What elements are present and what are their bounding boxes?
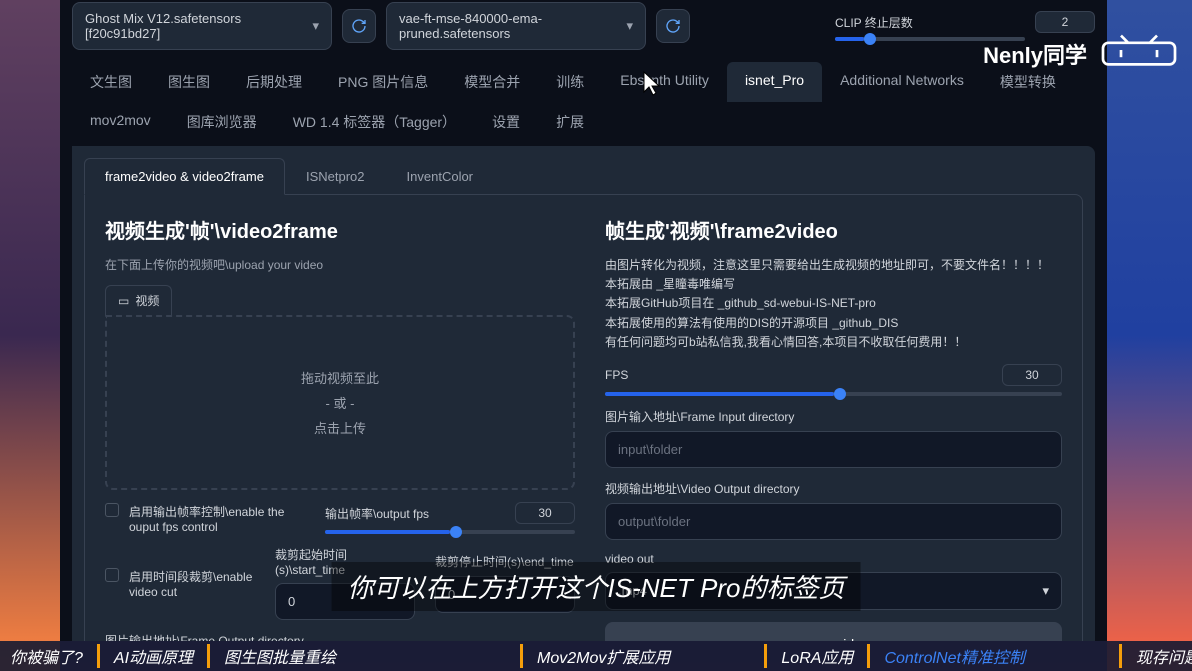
chapter-item[interactable]: 图生图批量重绘 [207,644,350,668]
tab-img2img[interactable]: 图生图 [150,62,228,102]
chapter-item[interactable]: Mov2Mov扩展应用 [520,644,684,668]
bilibili-logo [1094,30,1184,75]
chapter-item[interactable]: 你被骗了? [0,644,97,668]
vae-select[interactable]: vae-ft-mse-840000-ema-pruned.safetensors… [386,2,646,50]
output-fps-value[interactable]: 30 [515,502,575,524]
output-dir-input[interactable]: output\folder [605,503,1062,540]
tab-train[interactable]: 训练 [538,62,602,102]
v2f-title: 视频生成'帧'\video2frame [105,215,575,244]
chapter-item[interactable]: LoRA应用 [764,644,867,668]
tab-tagger[interactable]: WD 1.4 标签器（Tagger） [275,102,474,142]
v2f-subtitle: 在下面上传你的视频吧\upload your video [105,256,575,273]
slider-knob[interactable] [450,526,462,538]
tab-mov2mov[interactable]: mov2mov [72,102,169,142]
clip-skip-value[interactable]: 2 [1035,11,1095,33]
subtab-frame2video[interactable]: frame2video & video2frame [84,158,285,195]
fps-value[interactable]: 30 [1002,364,1062,386]
video-icon: ▭ [118,294,129,308]
slider-knob[interactable] [834,388,846,400]
slider-knob[interactable] [864,33,876,45]
video-subtitle: 你可以在上方打开这个IS-NET Pro的标签页 [332,562,861,611]
tab-addnet[interactable]: Additional Networks [822,62,982,102]
subtab-inventcolor[interactable]: InventColor [386,158,494,195]
checkpoint-select[interactable]: Ghost Mix V12.safetensors [f20c91bd27] ▾ [72,2,332,50]
channel-watermark: Nenly同学 [983,38,1087,70]
vae-value: vae-ft-mse-840000-ema-pruned.safetensors [399,11,626,41]
chevron-down-icon: ▾ [1042,583,1049,599]
tab-pnginfo[interactable]: PNG 图片信息 [320,62,446,102]
fps-control-checkbox[interactable] [105,503,119,517]
fps-slider[interactable] [605,392,1062,396]
refresh-vae-button[interactable] [656,9,690,43]
chapter-bar: 你被骗了? AI动画原理 图生图批量重绘 Mov2Mov扩展应用 LoRA应用 … [0,641,1192,671]
tab-settings[interactable]: 设置 [474,102,538,142]
tab-ebsynth[interactable]: Ebsynth Utility [602,62,727,102]
frame-output-label: 图片输出地址\Frame Output directory [105,632,575,641]
tab-extensions[interactable]: 扩展 [538,102,602,142]
f2v-title: 帧生成'视频'\frame2video [605,215,1062,244]
input-dir-input[interactable]: input\folder [605,431,1062,468]
fps-label: FPS [605,368,992,382]
subtab-isnetpro2[interactable]: ISNetpro2 [285,158,386,195]
chapter-item[interactable]: AI动画原理 [97,644,207,668]
output-fps-label: 输出帧率\output fps [325,505,505,522]
mouse-cursor-icon [640,70,664,103]
chapter-item[interactable]: 现存问题分析—— [1119,644,1192,668]
output-fps-slider[interactable] [325,530,575,534]
gene-video-button[interactable]: gene_video [605,622,1062,641]
output-dir-label: 视频输出地址\Video Output directory [605,480,1062,497]
videocut-checkbox[interactable] [105,568,119,582]
chapter-item[interactable]: ControlNet精准控制 [867,644,1038,668]
tab-merge[interactable]: 模型合并 [446,62,538,102]
tab-txt2img[interactable]: 文生图 [72,62,150,102]
checkpoint-value: Ghost Mix V12.safetensors [f20c91bd27] [85,11,312,41]
chevron-down-icon: ▾ [312,18,319,34]
main-tabs: 文生图 图生图 后期处理 PNG 图片信息 模型合并 训练 Ebsynth Ut… [60,58,1107,146]
video-upload-tab[interactable]: ▭ 视频 [105,285,172,315]
app-window: Ghost Mix V12.safetensors [f20c91bd27] ▾… [60,0,1107,641]
clip-skip-label: CLIP 终止层数 [835,14,1027,31]
video-dropzone[interactable]: 拖动视频至此 - 或 - 点击上传 [105,315,575,490]
tab-isnetpro[interactable]: isnet_Pro [727,62,822,102]
fps-control-label: 启用输出帧率控制\enable the ouput fps control [129,503,305,534]
tab-extras[interactable]: 后期处理 [228,62,320,102]
input-dir-label: 图片输入地址\Frame Input directory [605,408,1062,425]
videocut-label: 启用时间段裁剪\enable video cut [129,568,255,599]
tab-gallery[interactable]: 图库浏览器 [169,102,275,142]
chevron-down-icon: ▾ [626,18,633,34]
refresh-ckpt-button[interactable] [342,9,376,43]
